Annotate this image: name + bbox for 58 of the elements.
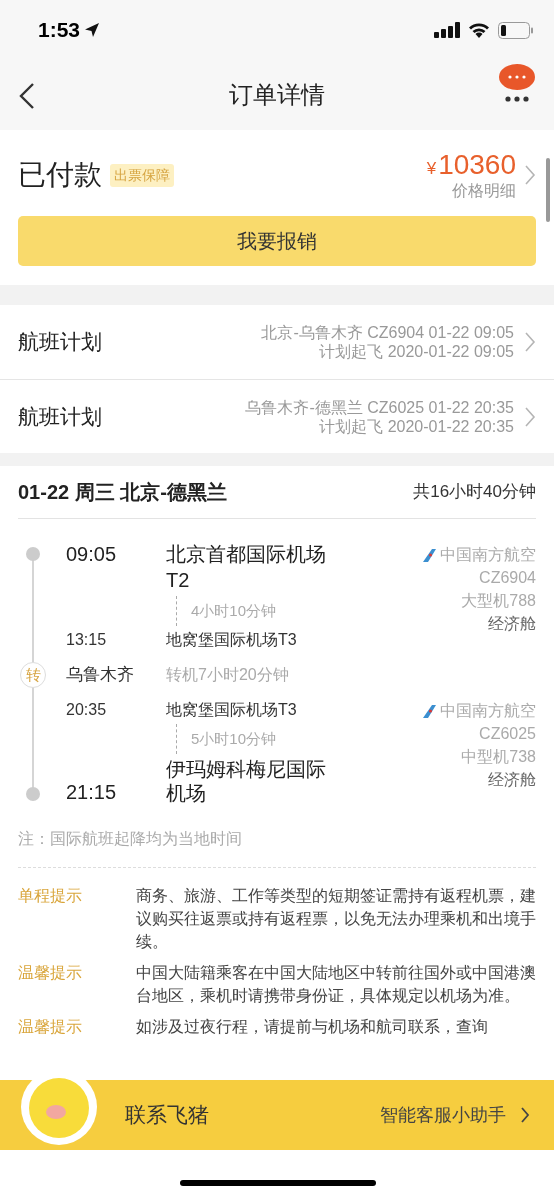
flight-number: CZ6025 [479,724,536,744]
airline-name: 中国南方航空 [440,545,536,565]
wifi-icon [468,22,490,38]
trip-title: 01-22 周三 北京-德黑兰 [18,480,227,505]
battery-icon [498,21,534,39]
page-title: 订单详情 [229,80,325,110]
status-time: 1:53 [38,17,81,44]
tip-text: 如涉及过夜行程，请提前与机场和航司联系，查询 [136,1017,489,1037]
cabin-class: 经济舱 [488,770,536,790]
departure-airport: 地窝堡国际机场T3 [166,700,298,720]
tip-label: 单程提示 [18,886,83,906]
flight-plan-row[interactable]: 航班计划 乌鲁木齐-德黑兰 CZ6025 01-22 20:35 计划起飞 2020-01-22 20:35 [0,379,554,453]
scheduled-departure: 计划起飞 2020-01-22 20:35 [319,416,514,436]
arrival-airport: 地窝堡国际机场T3 [166,630,298,650]
departure-airport: 北京首都国际机场T2 [166,542,327,593]
chevron-icon [524,164,536,186]
aircraft-type: 中型机738 [461,747,536,767]
arrival-airport: 伊玛姆科梅尼国际机场 [166,757,327,805]
scheduled-departure: 计划起飞 2020-01-22 09:05 [319,342,514,361]
departure-time: 20:35 [66,700,108,720]
cabin-class: 经济舱 [488,614,536,634]
transfer-duration: 转机7小时20分钟 [166,665,289,685]
chevron-icon [520,1106,530,1124]
location-arrow-icon [84,22,101,38]
flight-duration: 4小时10分钟 [191,600,277,621]
flight-duration: 5小时10分钟 [191,728,277,749]
assistant-link[interactable]: 智能客服小助手 [380,1101,530,1129]
tip-text: 中国大陆籍乘客在中国大陆地区中转前往国外或中国港澳台地区，乘机时请携带身份证，具体规定以机场为准。 [136,963,536,1006]
arrival-time: 21:15 [66,780,118,805]
flight-plan-label: 航班计划 [18,329,102,356]
departure-time: 09:05 [66,542,118,567]
currency-symbol: ¥ [426,160,437,177]
guarantee-badge: 出票保障 [110,163,174,187]
flight-plan-label: 航班计划 [18,403,102,430]
order-status: 已付款 [18,158,102,192]
airline-name: 中国南方航空 [440,701,536,721]
price-detail-label: 价格明细 [452,183,516,199]
total-duration: 共16小时40分钟 [413,481,536,504]
tip-label: 温馨提示 [18,963,83,983]
flight-number: CZ6904 [479,568,536,588]
tip-label: 温馨提示 [18,1017,83,1037]
chevron-icon [524,331,536,353]
flight-plan-row[interactable]: 航班计划 北京-乌鲁木齐 CZ6904 01-22 09:05 计划起飞 2020-01-22 09:05 [0,305,554,379]
reimburse-button[interactable]: 我要报销 [18,216,536,266]
transfer-badge: 转 [20,662,46,688]
arrival-time: 13:15 [66,630,108,650]
flight-route: 北京-乌鲁木齐 CZ6904 01-22 09:05 [261,323,514,342]
price-amount: 10360 [438,151,516,179]
aircraft-type: 大型机788 [461,591,536,611]
scroll-bar [546,158,550,222]
chevron-icon [524,405,536,428]
signal-icon [434,22,460,38]
tip-text: 商务、旅游、工作等类型的短期签证需持有返程机票，建议购买往返票或持有返程票，以免无法办理乘机和出境手续。 [136,886,536,952]
time-note: 注：国际航班起降均为当地时间 [18,829,243,849]
transfer-city: 乌鲁木齐 [66,664,135,687]
contact-label: 联系飞猪 [125,1102,209,1129]
back-icon [18,82,36,110]
flight-route: 乌鲁木齐-德黑兰 CZ6025 01-22 20:35 [245,397,514,417]
